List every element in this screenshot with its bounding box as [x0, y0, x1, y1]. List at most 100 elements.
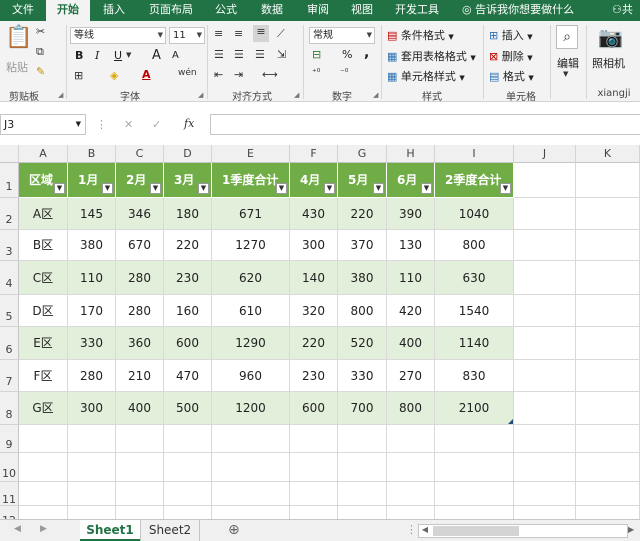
empty-cell[interactable]: [576, 163, 640, 198]
chevron-down-icon[interactable]: ▼: [126, 51, 131, 59]
empty-cell[interactable]: [514, 453, 576, 482]
empty-cell[interactable]: [514, 506, 576, 519]
scroll-left-icon[interactable]: ◀: [419, 525, 431, 534]
merge-center-icon[interactable]: ⟷: [262, 68, 278, 81]
empty-cell[interactable]: [576, 261, 640, 295]
borders-icon[interactable]: ⊞: [74, 69, 83, 82]
scroll-right-icon[interactable]: ▶: [628, 525, 634, 534]
table-cell[interactable]: 230: [290, 360, 338, 392]
table-header-cell[interactable]: 1月 ▼: [68, 163, 116, 198]
empty-cell[interactable]: [576, 482, 640, 506]
table-cell[interactable]: 380: [68, 230, 116, 261]
row-header[interactable]: 6: [0, 327, 19, 360]
increase-decimal-icon[interactable]: ⁺⁰: [312, 68, 320, 78]
table-header-cell[interactable]: 区域 ▼: [19, 163, 68, 198]
enter-icon[interactable]: ✓: [152, 118, 161, 131]
table-cell[interactable]: 300: [290, 230, 338, 261]
column-header[interactable]: D: [164, 145, 212, 163]
table-cell[interactable]: 110: [387, 261, 435, 295]
table-cell[interactable]: 1270: [212, 230, 290, 261]
filter-dropdown-icon[interactable]: ▼: [198, 183, 209, 194]
row-header[interactable]: 1: [0, 163, 19, 198]
empty-cell[interactable]: [290, 506, 338, 519]
format-as-table-button[interactable]: ▦ 套用表格格式 ▼: [387, 48, 476, 64]
filter-dropdown-icon[interactable]: ▼: [373, 183, 384, 194]
table-resize-handle[interactable]: [508, 419, 513, 424]
column-header[interactable]: J: [514, 145, 576, 163]
decrease-decimal-icon[interactable]: ⁻⁰: [340, 68, 348, 78]
table-cell[interactable]: 280: [116, 261, 164, 295]
empty-cell[interactable]: [514, 295, 576, 327]
tab-page-layout[interactable]: 页面布局: [140, 0, 202, 21]
table-cell[interactable]: 320: [290, 295, 338, 327]
empty-cell[interactable]: [387, 506, 435, 519]
paste-label[interactable]: 粘贴: [6, 59, 28, 75]
column-header[interactable]: B: [68, 145, 116, 163]
orientation-icon[interactable]: ⟋: [277, 27, 285, 41]
table-cell[interactable]: 600: [164, 327, 212, 360]
fill-color-icon[interactable]: ◈: [110, 69, 118, 82]
empty-cell[interactable]: [576, 327, 640, 360]
table-header-cell[interactable]: 1季度合计 ▼: [212, 163, 290, 198]
name-box[interactable]: J3 ▼: [0, 114, 86, 135]
align-right-icon[interactable]: ☰: [255, 48, 265, 61]
empty-cell[interactable]: [338, 506, 387, 519]
empty-cell[interactable]: [514, 230, 576, 261]
empty-cell[interactable]: [435, 506, 514, 519]
more-options-icon[interactable]: ⋮: [406, 523, 417, 536]
cancel-icon[interactable]: ✕: [124, 118, 133, 131]
column-header[interactable]: H: [387, 145, 435, 163]
table-cell[interactable]: 346: [116, 198, 164, 230]
tab-home[interactable]: 开始: [46, 0, 90, 21]
tell-me-box[interactable]: ◎ 告诉我你想要做什么: [462, 0, 574, 21]
row-header[interactable]: 11: [0, 482, 19, 506]
empty-cell[interactable]: [68, 425, 116, 453]
worksheet-grid[interactable]: ABCDEFGHIJK 123456789101112 区域▼1月▼2月▼3月▼…: [0, 145, 640, 519]
empty-cell[interactable]: [514, 198, 576, 230]
table-cell[interactable]: 960: [212, 360, 290, 392]
empty-cell[interactable]: [576, 425, 640, 453]
empty-cell[interactable]: [514, 392, 576, 425]
tab-view[interactable]: 视图: [342, 0, 382, 21]
empty-cell[interactable]: [576, 360, 640, 392]
filter-dropdown-icon[interactable]: ▼: [102, 183, 113, 194]
table-cell[interactable]: 800: [338, 295, 387, 327]
empty-cell[interactable]: [212, 506, 290, 519]
row-header[interactable]: 10: [0, 453, 19, 482]
empty-cell[interactable]: [164, 425, 212, 453]
table-header-cell[interactable]: 6月 ▼: [387, 163, 435, 198]
table-cell[interactable]: 270: [387, 360, 435, 392]
table-cell[interactable]: 670: [116, 230, 164, 261]
insert-cells-button[interactable]: ⊞ 插入 ▼: [489, 27, 533, 43]
table-cell[interactable]: 380: [338, 261, 387, 295]
share-button[interactable]: ⚇共享: [612, 0, 640, 21]
table-cell[interactable]: 220: [290, 327, 338, 360]
column-header[interactable]: F: [290, 145, 338, 163]
table-header-cell[interactable]: 3月 ▼: [164, 163, 212, 198]
table-cell[interactable]: 220: [338, 198, 387, 230]
number-format-combo[interactable]: 常规 ▼: [309, 27, 375, 44]
scrollbar-thumb[interactable]: [433, 526, 519, 536]
empty-cell[interactable]: [387, 482, 435, 506]
table-cell[interactable]: 600: [290, 392, 338, 425]
tab-developer[interactable]: 开发工具: [386, 0, 448, 21]
table-cell[interactable]: 830: [435, 360, 514, 392]
table-cell[interactable]: 110: [68, 261, 116, 295]
format-painter-icon[interactable]: ✎: [36, 65, 45, 78]
empty-cell[interactable]: [514, 425, 576, 453]
empty-cell[interactable]: [576, 453, 640, 482]
empty-cell[interactable]: [68, 453, 116, 482]
empty-cell[interactable]: [116, 506, 164, 519]
align-middle-icon[interactable]: ≡: [234, 27, 243, 40]
table-cell[interactable]: 140: [290, 261, 338, 295]
empty-cell[interactable]: [19, 482, 68, 506]
table-cell[interactable]: 800: [387, 392, 435, 425]
empty-cell[interactable]: [576, 230, 640, 261]
empty-cell[interactable]: [290, 453, 338, 482]
table-cell[interactable]: 400: [116, 392, 164, 425]
camera-button[interactable]: 照相机: [592, 55, 625, 71]
table-cell[interactable]: 300: [68, 392, 116, 425]
tab-data[interactable]: 数据: [250, 0, 294, 21]
empty-cell[interactable]: [576, 295, 640, 327]
row-header[interactable]: 7: [0, 360, 19, 392]
